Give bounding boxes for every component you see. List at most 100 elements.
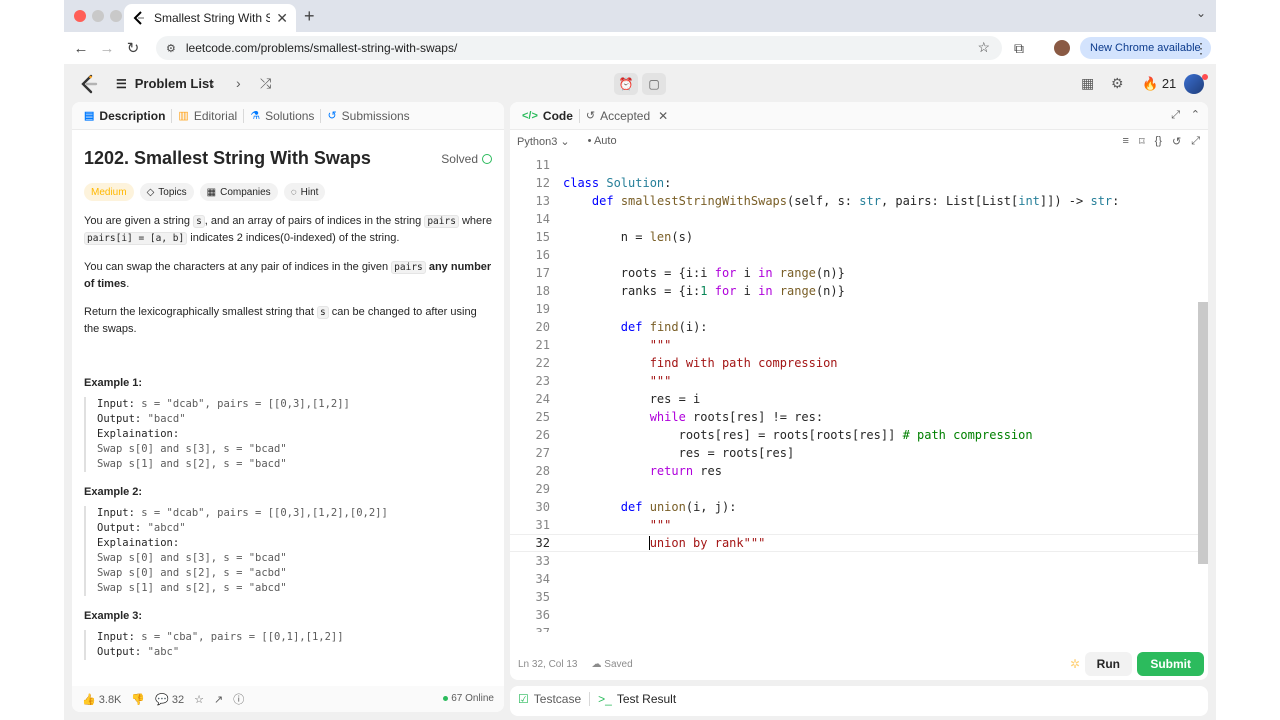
- tab-accepted-label: Accepted: [600, 108, 651, 123]
- example-line-label: Output:: [97, 646, 142, 658]
- site-info-icon[interactable]: ⚙: [166, 42, 176, 55]
- reload-icon[interactable]: ↻: [120, 39, 146, 57]
- prev-problem-icon[interactable]: ‹: [210, 75, 215, 91]
- solved-status: Solved: [441, 152, 492, 166]
- tab-solutions[interactable]: ⚗ Solutions: [244, 109, 320, 123]
- close-window-button[interactable]: [74, 10, 86, 22]
- url-text: leetcode.com/problems/smallest-string-wi…: [185, 41, 458, 55]
- language-select[interactable]: Python3 ⌄: [517, 135, 570, 148]
- like-button[interactable]: 👍 3.8K: [82, 693, 121, 706]
- code-line: 36: [535, 608, 550, 622]
- leetcode-logo[interactable]: [80, 74, 98, 94]
- tab-description[interactable]: ▤ Description: [78, 109, 171, 123]
- comments-button[interactable]: 💬 32: [155, 693, 184, 706]
- description-paragraph-1: You are given a string s, and an array o…: [84, 213, 492, 247]
- tab-strip: Smallest String With Swaps - ✕ + ⌄: [64, 0, 1216, 32]
- bookmark-icon[interactable]: ⌑: [1139, 135, 1145, 148]
- text: indicates 2 indices(0-indexed) of the st…: [187, 232, 400, 244]
- back-icon[interactable]: ←: [68, 40, 94, 57]
- tab-code[interactable]: </> Code: [516, 109, 579, 123]
- timer-icon[interactable]: ⏰: [614, 73, 638, 95]
- lightbulb-icon: ◌: [290, 186, 297, 198]
- collapse-icon[interactable]: ⌃: [1191, 108, 1200, 121]
- desktop-right: [1216, 0, 1280, 720]
- example-block: Input: s = "dcab", pairs = [[0,3],[1,2]]…: [84, 397, 492, 472]
- flask-icon: ⚗: [250, 110, 261, 122]
- inline-code: s: [193, 215, 205, 228]
- favorite-star-icon[interactable]: ☆: [194, 693, 204, 706]
- code-editor[interactable]: 11 12 class Solution: 13 def smallestStri…: [510, 152, 1208, 632]
- problem-title[interactable]: 1202. Smallest String With Swaps: [84, 148, 492, 169]
- next-problem-icon[interactable]: ›: [236, 75, 241, 91]
- editor-scrollbar[interactable]: [1198, 302, 1208, 564]
- format-icon[interactable]: ≡: [1123, 135, 1129, 148]
- text: You are given a string: [84, 215, 194, 227]
- saved-status: ☁ Saved: [592, 659, 633, 670]
- topics-badge[interactable]: ◇ Topics: [139, 183, 194, 201]
- code-line: 24 res = i: [535, 392, 701, 406]
- code-line: 14: [535, 212, 550, 226]
- tab-test-result-label: Test Result: [616, 692, 677, 706]
- debug-icon[interactable]: ✲: [1070, 657, 1080, 671]
- code-line: 17 roots = {i:i for i in range(n)}: [535, 266, 845, 280]
- leetcode-favicon: [132, 11, 146, 25]
- companies-badge[interactable]: ▦ Companies: [199, 183, 278, 201]
- fire-icon: 🔥: [1142, 76, 1159, 91]
- submit-button[interactable]: Submit: [1137, 652, 1204, 676]
- hint-badge[interactable]: ◌ Hint: [283, 183, 326, 201]
- problem-badges: Medium ◇ Topics ▦ Companies ◌ Hint: [84, 183, 492, 201]
- problem-list-link[interactable]: ☰ Problem List: [116, 76, 214, 91]
- address-bar[interactable]: ⚙ leetcode.com/problems/smallest-string-…: [156, 36, 1002, 60]
- tab-accepted[interactable]: ↺ Accepted ✕: [580, 109, 674, 123]
- cloud-icon: ☁: [591, 658, 602, 670]
- user-avatar[interactable]: [1184, 74, 1204, 94]
- example-line-text: Swap s[1] and s[2], s = "bacd": [97, 458, 287, 470]
- fullscreen-icon[interactable]: ⤢: [1171, 109, 1180, 122]
- close-tab-icon[interactable]: ✕: [658, 109, 668, 123]
- example-line-text: "bacd": [141, 413, 186, 425]
- dislike-icon[interactable]: 👎: [131, 693, 145, 706]
- example-line-text: s = "cba", pairs = [[0,1],[1,2]]: [134, 631, 344, 643]
- auto-mode[interactable]: • Auto: [588, 135, 617, 147]
- layout-icon[interactable]: ▦: [1081, 75, 1094, 92]
- maximize-window-button[interactable]: [110, 10, 122, 22]
- shuffle-icon[interactable]: ⤮: [260, 75, 271, 92]
- help-icon[interactable]: ⓘ: [233, 691, 244, 707]
- reset-icon[interactable]: ↺: [1172, 135, 1181, 148]
- more-menu-icon[interactable]: ⋮: [1194, 40, 1208, 57]
- inline-code: pairs: [391, 261, 426, 274]
- code-line: 30 def union(i, j):: [535, 500, 737, 514]
- inline-code: pairs: [424, 215, 459, 228]
- description-tabs: ▤ Description ▥ Editorial ⚗ Solutions ↺ Subm…: [72, 102, 504, 130]
- tab-test-result[interactable]: >_ Test Result: [598, 692, 676, 706]
- new-tab-icon[interactable]: +: [304, 6, 315, 27]
- code-line: 18 ranks = {i:1 for i in range(n)}: [535, 284, 845, 298]
- close-tab-icon[interactable]: ✕: [276, 10, 288, 27]
- share-icon[interactable]: ↗: [214, 693, 223, 706]
- settings-gear-icon[interactable]: ⚙: [1111, 75, 1124, 92]
- tab-testcase[interactable]: ☑ Testcase: [518, 692, 581, 706]
- cursor-position: Ln 32, Col 13: [518, 658, 578, 670]
- tab-submissions[interactable]: ↺ Submissions: [321, 109, 415, 123]
- extensions-icon[interactable]: ⧉: [1014, 40, 1024, 57]
- code-icon: </>: [522, 109, 538, 122]
- expand-icon[interactable]: ⤢: [1191, 135, 1200, 148]
- browser-tab[interactable]: Smallest String With Swaps - ✕: [124, 4, 296, 32]
- minimize-window-button[interactable]: [92, 10, 104, 22]
- code-line: 19: [535, 302, 550, 316]
- tab-editorial[interactable]: ▥ Editorial: [172, 109, 243, 123]
- code-line: 29: [535, 482, 550, 496]
- example-line-label: Input:: [97, 398, 135, 410]
- bookmark-star-icon[interactable]: ☆: [977, 39, 990, 56]
- language-label: Python3: [517, 135, 558, 148]
- example-line-text: Swap s[0] and s[3], s = "bcad": [97, 443, 287, 455]
- streak-counter[interactable]: 🔥 21: [1142, 76, 1176, 92]
- chrome-update-button[interactable]: New Chrome available: [1080, 37, 1211, 59]
- forward-icon[interactable]: →: [94, 40, 120, 57]
- braces-icon[interactable]: {}: [1155, 135, 1162, 148]
- run-button[interactable]: Run: [1084, 652, 1132, 676]
- problem-list-label: Problem List: [134, 76, 214, 91]
- tab-search-icon[interactable]: ⌄: [1196, 6, 1206, 20]
- notes-icon[interactable]: ▢: [642, 73, 666, 95]
- profile-avatar[interactable]: [1054, 40, 1070, 56]
